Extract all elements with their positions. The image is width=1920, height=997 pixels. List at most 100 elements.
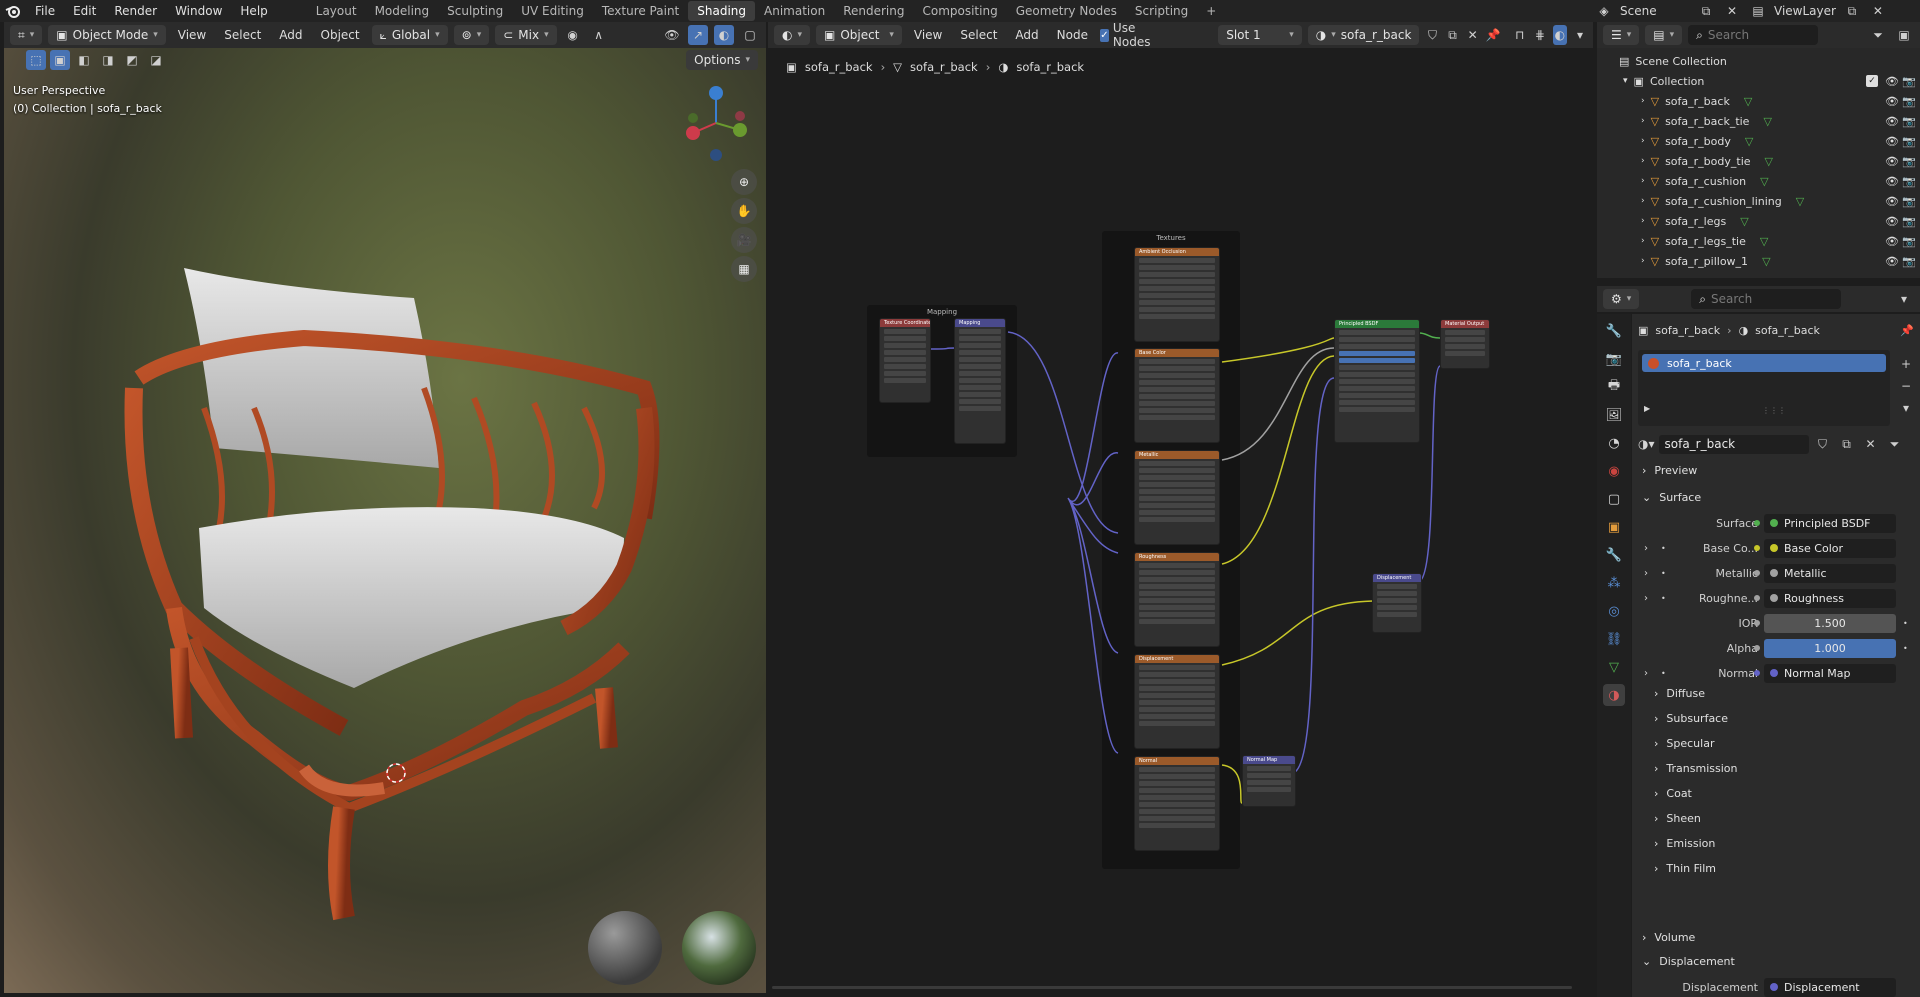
ambient-occlusion-texture-node[interactable]: Ambient Occlusion (1134, 247, 1220, 342)
subpanel-header[interactable]: › Sheen (1654, 812, 1701, 825)
copy-viewlayer-icon[interactable]: ⧉ (1842, 1, 1862, 21)
mesh-data-icon[interactable]: ▽ (1796, 195, 1804, 208)
eye-icon[interactable]: 👁 (1885, 175, 1899, 188)
pivot-dropdown[interactable]: ⊚ ▾ (453, 25, 490, 45)
zoom-icon[interactable]: ⊕ (731, 169, 757, 195)
socket-dot-icon[interactable] (1754, 645, 1760, 651)
volume-panel-header[interactable]: › Volume (1642, 931, 1695, 944)
material-selector[interactable]: ◑ ▾ sofa_r_back (1307, 25, 1420, 45)
node-editor-scrollbar[interactable] (772, 986, 1572, 989)
base-color-texture-node[interactable]: Base Color (1134, 348, 1220, 443)
world-tab-icon[interactable]: ◉ (1603, 460, 1625, 482)
eye-icon[interactable]: 👁 (1885, 215, 1899, 228)
viewport-menu-add[interactable]: Add (273, 28, 308, 42)
tool-tab-icon[interactable]: 🔧 (1603, 320, 1625, 342)
node-menu-view[interactable]: View (908, 28, 948, 42)
duplicate-material-icon[interactable]: ⧉ (1446, 25, 1460, 45)
add-workspace-button[interactable]: + (1197, 1, 1225, 21)
eye-icon[interactable]: 👁 (1885, 155, 1899, 168)
select-new-icon[interactable]: ▣ (50, 50, 70, 70)
socket-dot-icon[interactable] (1754, 670, 1760, 676)
expand-arrow-icon[interactable]: › (1644, 568, 1648, 579)
add-slot-icon[interactable]: + (1896, 354, 1916, 374)
fake-user-icon[interactable]: ⛉ (1425, 25, 1439, 45)
collection-tab-icon[interactable]: ▢ (1603, 488, 1625, 510)
expand-arrow-icon[interactable]: › (1641, 96, 1645, 106)
surface-input-row[interactable]: › • Roughne... Roughness (1632, 587, 1920, 609)
normal-map-node[interactable]: Normal Map (1242, 755, 1296, 807)
view-layer-name[interactable]: ViewLayer (1774, 4, 1836, 18)
unlink-icon[interactable]: ✕ (1861, 434, 1881, 454)
camera-icon[interactable]: 📷 (1902, 155, 1916, 168)
material-browse-icon[interactable]: ◑▾ (1638, 437, 1655, 451)
principled-bsdf-node[interactable]: Principled BSDF (1334, 319, 1420, 443)
surface-input-row[interactable]: IOR 1.500 • (1632, 612, 1920, 634)
input-field[interactable]: 1.500 (1764, 613, 1896, 633)
list-resize-handle[interactable]: ⋮⋮⋮ (1762, 406, 1786, 415)
constraints-tab-icon[interactable]: ⛓ (1603, 628, 1625, 650)
slot-menu-icon[interactable]: ▾ (1896, 398, 1916, 418)
menu-edit[interactable]: Edit (64, 4, 105, 18)
display-mode-dropdown[interactable]: ▤ ▾ (1645, 25, 1683, 45)
expand-arrow-icon[interactable]: › (1641, 256, 1645, 266)
view-layer-tab-icon[interactable]: 🖼 (1603, 404, 1625, 426)
socket-dot-icon[interactable] (1754, 570, 1760, 576)
viewport-menu-view[interactable]: View (172, 28, 212, 42)
editor-type-button[interactable]: ⌗ ▾ (10, 25, 43, 45)
socket-dot-icon[interactable] (1754, 595, 1760, 601)
input-field[interactable]: Metallic (1764, 563, 1896, 583)
outliner-editor-type-button[interactable]: ☰ ▾ (1603, 25, 1640, 45)
shader-type-dropdown[interactable]: ▣ Object ▾ (816, 25, 902, 45)
camera-icon[interactable]: 📷 (1902, 95, 1916, 108)
physics-tab-icon[interactable]: ◎ (1603, 600, 1625, 622)
collapse-arrow-icon[interactable]: ▾ (1623, 76, 1628, 86)
overlay-icon[interactable]: ◐ (714, 25, 734, 45)
scene-collection-row[interactable]: ▤ Scene Collection (1597, 51, 1920, 71)
scene-tab-icon[interactable]: ◔ (1603, 432, 1625, 454)
eye-icon[interactable]: 👁 (1885, 235, 1899, 248)
gizmo-icon[interactable]: ↗ (688, 25, 708, 45)
camera-icon[interactable]: 📷 (1902, 255, 1916, 268)
modifier-tab-icon[interactable]: 🔧 (1603, 544, 1625, 566)
filter-icon[interactable]: ⏷ (1868, 25, 1888, 45)
mesh-data-icon[interactable]: ▽ (1762, 255, 1770, 268)
expand-arrow-icon[interactable]: › (1644, 543, 1648, 554)
options-dropdown[interactable]: Options ▾ (686, 50, 758, 70)
expand-list-icon[interactable]: ▶ (1644, 404, 1650, 413)
select-extend-icon[interactable]: ◧ (74, 50, 94, 70)
keyframe-dot-icon[interactable]: • (1903, 644, 1908, 653)
outliner-item[interactable]: › ▽ sofa_r_legs_tie ▽ 👁 📷 (1597, 231, 1920, 251)
mesh-data-icon[interactable]: ▽ (1760, 235, 1768, 248)
socket-dot-icon[interactable] (1754, 620, 1760, 626)
breadcrumb-object[interactable]: sofa_r_back (1655, 324, 1720, 337)
node-menu-add[interactable]: Add (1009, 28, 1044, 42)
material-slot-item[interactable]: sofa_r_back (1642, 354, 1886, 372)
chair-model[interactable] (4, 48, 766, 993)
collection-checkbox[interactable]: ✓ (1866, 75, 1878, 87)
camera-view-icon[interactable]: 🎥 (731, 227, 757, 253)
fake-user-icon[interactable]: ⛉ (1813, 434, 1833, 454)
outliner-search-field[interactable]: ⌕ Search (1688, 25, 1819, 45)
expand-arrow-icon[interactable]: › (1641, 156, 1645, 166)
close-scene-icon[interactable]: ✕ (1722, 1, 1742, 21)
ortho-grid-icon[interactable]: ▦ (731, 256, 757, 282)
tab-animation[interactable]: Animation (755, 1, 834, 21)
subpanel-header[interactable]: › Diffuse (1654, 687, 1705, 700)
menu-help[interactable]: Help (231, 4, 276, 18)
outliner-item[interactable]: › ▽ sofa_r_cushion_lining ▽ 👁 📷 (1597, 191, 1920, 211)
roughness-texture-node[interactable]: Roughness (1134, 552, 1220, 647)
tab-compositing[interactable]: Compositing (913, 1, 1006, 21)
eye-icon[interactable]: 👁 (1885, 255, 1899, 268)
menu-file[interactable]: File (26, 4, 64, 18)
select-subtract-icon[interactable]: ◨ (98, 50, 118, 70)
subpanel-header[interactable]: › Emission (1654, 837, 1715, 850)
outliner-item[interactable]: › ▽ sofa_r_pillow_1 ▽ 👁 📷 (1597, 251, 1920, 271)
tab-shading[interactable]: Shading (688, 1, 755, 21)
node-menu-node[interactable]: Node (1051, 28, 1094, 42)
collection-row[interactable]: ▾ ▣ Collection ✓ 👁 📷 (1597, 71, 1920, 91)
material-slot-list[interactable]: sofa_r_back ▶ ⋮⋮⋮ (1638, 350, 1890, 426)
displacement-texture-node[interactable]: Displacement (1134, 654, 1220, 749)
shader-node-editor[interactable]: ▣ sofa_r_back › ▽ sofa_r_back › ◑ sofa_r_ba… (768, 48, 1593, 993)
input-field[interactable]: Principled BSDF (1764, 513, 1896, 533)
pin-icon[interactable]: 📌 (1486, 25, 1501, 45)
